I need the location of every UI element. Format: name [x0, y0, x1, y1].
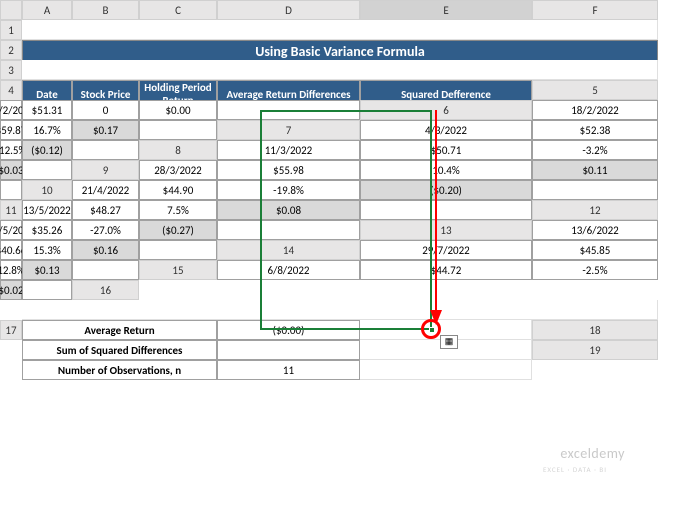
row-13[interactable]: 13: [360, 220, 532, 240]
cell-D10[interactable]: -19.8%: [217, 180, 360, 200]
row-3[interactable]: 3: [0, 60, 22, 80]
cell-D11[interactable]: 7.5%: [139, 200, 217, 220]
row-19[interactable]: 19: [532, 340, 658, 360]
cell-D9[interactable]: 10.4%: [360, 160, 532, 180]
col-E[interactable]: E: [360, 0, 532, 20]
row-5[interactable]: 5: [532, 80, 658, 100]
cell-B7[interactable]: 4/3/2022: [360, 120, 532, 140]
cell-F12[interactable]: [217, 220, 360, 240]
cell-B11[interactable]: 13/5/2022: [22, 200, 72, 220]
cell-C8[interactable]: $50.71: [360, 140, 532, 160]
cell-B13[interactable]: 13/6/2022: [532, 220, 658, 240]
corner-cell[interactable]: [0, 0, 22, 20]
cell-D14[interactable]: 12.8%: [0, 260, 22, 280]
row-6[interactable]: 6: [360, 100, 532, 120]
cell-C13[interactable]: $40.66: [0, 240, 22, 260]
cell-C15[interactable]: $44.72: [360, 260, 532, 280]
cell-C6[interactable]: $59.87: [0, 120, 22, 140]
cell-D12[interactable]: -27.0%: [72, 220, 139, 240]
cell-F6[interactable]: [139, 120, 217, 140]
col-D[interactable]: D: [217, 0, 360, 20]
row-10[interactable]: 10: [22, 180, 72, 200]
cell-C11[interactable]: $48.27: [72, 200, 139, 220]
cell-C9[interactable]: $55.98: [217, 160, 360, 180]
cell-B14[interactable]: 29/7/2022: [360, 240, 532, 260]
cell-F15[interactable]: [22, 280, 72, 300]
ssd-val[interactable]: [217, 340, 360, 360]
cell-E9[interactable]: $0.11: [532, 160, 658, 180]
col-B[interactable]: B: [72, 0, 139, 20]
ssd-label: Sum of Squared Differences: [22, 340, 217, 360]
title-cell: Using Basic Variance Formula: [22, 40, 658, 62]
n-val[interactable]: 11: [217, 360, 360, 380]
cell-B6[interactable]: 18/2/2022: [532, 100, 658, 120]
cell-C7[interactable]: $52.38: [532, 120, 658, 140]
spreadsheet-grid[interactable]: A B C D E F 1 2 Using Basic Variance For…: [0, 0, 700, 380]
row-17[interactable]: 17: [0, 320, 22, 340]
row-8[interactable]: 8: [139, 140, 217, 160]
cell-F14[interactable]: [72, 260, 139, 280]
cell-C5[interactable]: $51.31: [22, 100, 72, 120]
n-label: Number of Observations, n: [22, 360, 217, 380]
cell-E12[interactable]: ($0.27): [139, 220, 217, 240]
cell-B8[interactable]: 11/3/2022: [217, 140, 360, 160]
row-12[interactable]: 12: [532, 200, 658, 220]
cell-B15[interactable]: 6/8/2022: [217, 260, 360, 280]
watermark: exceldemy: [560, 445, 625, 462]
cell-B5[interactable]: 11/2/2022: [0, 100, 22, 120]
row-18[interactable]: 18: [532, 320, 658, 340]
cell-C12[interactable]: $35.26: [22, 220, 72, 240]
cell-E6[interactable]: $0.17: [72, 120, 139, 140]
row-11[interactable]: 11: [0, 200, 22, 220]
cell-D13[interactable]: 15.3%: [22, 240, 72, 260]
row-7[interactable]: 7: [217, 120, 360, 140]
autofill-options-button[interactable]: ▦: [440, 335, 458, 349]
row-2[interactable]: 2: [0, 40, 22, 60]
cell-D5[interactable]: 0: [72, 100, 139, 120]
cell-B10[interactable]: 21/4/2022: [72, 180, 139, 200]
cell-E14[interactable]: $0.13: [22, 260, 72, 280]
cell-E7[interactable]: ($0.12): [22, 140, 72, 160]
watermark-sub: EXCEL · DATA · BI: [543, 465, 607, 474]
cell-E5[interactable]: $0.00: [139, 100, 217, 120]
cell-B9[interactable]: 28/3/2022: [139, 160, 217, 180]
row-16[interactable]: 16: [72, 280, 139, 300]
cell-F9[interactable]: [0, 180, 22, 200]
cell-D15[interactable]: -2.5%: [532, 260, 658, 280]
cell-F10[interactable]: [532, 180, 658, 200]
row-1[interactable]: 1: [0, 20, 22, 40]
cell-D6[interactable]: 16.7%: [22, 120, 72, 140]
cell-E11[interactable]: $0.08: [217, 200, 360, 220]
cell-C10[interactable]: $44.90: [139, 180, 217, 200]
cell-E8[interactable]: ($0.03): [0, 160, 22, 180]
row-15[interactable]: 15: [139, 260, 217, 280]
cell-F11[interactable]: [360, 200, 532, 220]
cell-E15[interactable]: ($0.02): [0, 280, 22, 300]
cell-C14[interactable]: $45.85: [532, 240, 658, 260]
row-14[interactable]: 14: [217, 240, 360, 260]
cell-E10[interactable]: ($0.20): [360, 180, 532, 200]
fill-handle[interactable]: [429, 327, 435, 333]
cell-F5[interactable]: [217, 100, 360, 120]
cell-B12[interactable]: 27/5/2022: [0, 220, 22, 240]
cell-F7[interactable]: [72, 140, 139, 160]
cell-E13[interactable]: $0.16: [72, 240, 139, 260]
cell-D7[interactable]: -12.5%: [0, 140, 22, 160]
col-A[interactable]: A: [22, 0, 72, 20]
cell-D8[interactable]: -3.2%: [532, 140, 658, 160]
avg-return-val[interactable]: ($0.00): [217, 320, 360, 340]
row-9[interactable]: 9: [72, 160, 139, 180]
avg-return-label: Average Return: [22, 320, 217, 340]
col-F[interactable]: F: [532, 0, 658, 20]
cell-F13[interactable]: [139, 240, 217, 260]
cell-F8[interactable]: [22, 160, 72, 180]
col-C[interactable]: C: [139, 0, 217, 20]
